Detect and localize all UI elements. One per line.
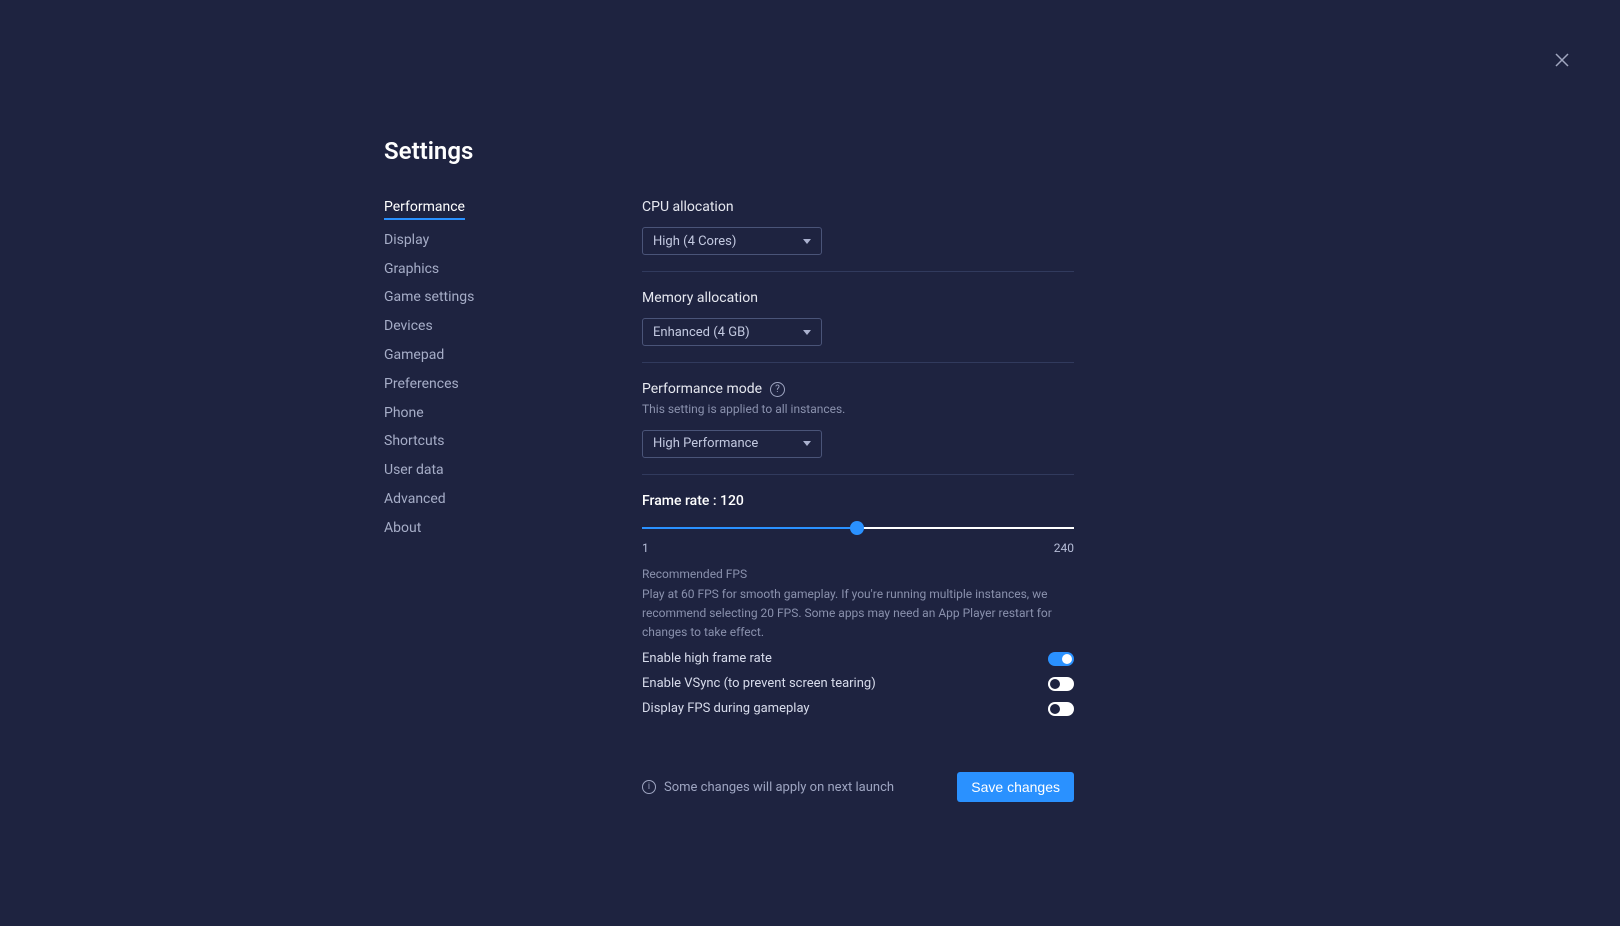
caret-down-icon (803, 239, 811, 244)
perfmode-dropdown-value: High Performance (653, 436, 758, 451)
sidebar-item-user-data[interactable]: User data (384, 462, 514, 479)
settings-sidebar: Performance Display Graphics Game settin… (384, 199, 514, 802)
cpu-label: CPU allocation (642, 199, 1074, 215)
framerate-note: Recommended FPS Play at 60 FPS for smoot… (642, 565, 1074, 641)
info-icon: i (642, 780, 656, 794)
cpu-section: CPU allocation High (4 Cores) (642, 199, 1074, 272)
sidebar-item-shortcuts[interactable]: Shortcuts (384, 433, 514, 450)
memory-label: Memory allocation (642, 290, 1074, 306)
save-changes-button[interactable]: Save changes (957, 772, 1074, 802)
sidebar-item-preferences[interactable]: Preferences (384, 376, 514, 393)
sidebar-item-about[interactable]: About (384, 520, 514, 537)
toggle-show-fps-label: Display FPS during gameplay (642, 701, 810, 716)
perfmode-label: Performance mode (642, 381, 762, 397)
footer-note: i Some changes will apply on next launch (642, 780, 894, 795)
memory-dropdown-value: Enhanced (4 GB) (653, 325, 750, 340)
cpu-dropdown-value: High (4 Cores) (653, 234, 736, 249)
framerate-section: Frame rate : 120 1 240 Recommended FPS P… (642, 493, 1074, 732)
sidebar-item-phone[interactable]: Phone (384, 405, 514, 422)
framerate-slider[interactable] (642, 521, 1074, 535)
toggle-show-fps[interactable] (1048, 702, 1074, 716)
memory-dropdown[interactable]: Enhanced (4 GB) (642, 318, 822, 346)
help-icon[interactable]: ? (770, 382, 785, 397)
slider-thumb[interactable] (850, 521, 864, 535)
close-icon (1555, 53, 1569, 67)
sidebar-item-display[interactable]: Display (384, 232, 514, 249)
slider-max: 240 (1054, 541, 1074, 555)
memory-section: Memory allocation Enhanced (4 GB) (642, 290, 1074, 363)
sidebar-item-advanced[interactable]: Advanced (384, 491, 514, 508)
perfmode-subtext: This setting is applied to all instances… (642, 401, 1074, 418)
toggle-high-fps[interactable] (1048, 652, 1074, 666)
sidebar-item-gamepad[interactable]: Gamepad (384, 347, 514, 364)
sidebar-item-game-settings[interactable]: Game settings (384, 289, 514, 306)
sidebar-item-performance[interactable]: Performance (384, 199, 465, 220)
toggle-vsync[interactable] (1048, 677, 1074, 691)
framerate-label: Frame rate : 120 (642, 493, 1074, 509)
sidebar-item-graphics[interactable]: Graphics (384, 261, 514, 278)
sidebar-item-devices[interactable]: Devices (384, 318, 514, 335)
toggle-vsync-label: Enable VSync (to prevent screen tearing) (642, 676, 876, 691)
caret-down-icon (803, 441, 811, 446)
footer: i Some changes will apply on next launch… (642, 772, 1074, 802)
perfmode-dropdown[interactable]: High Performance (642, 430, 822, 458)
slider-min: 1 (642, 541, 649, 555)
slider-track-fill (642, 527, 857, 529)
page-title: Settings (384, 137, 1074, 165)
cpu-dropdown[interactable]: High (4 Cores) (642, 227, 822, 255)
perfmode-section: Performance mode ? This setting is appli… (642, 381, 1074, 475)
close-button[interactable] (1552, 50, 1572, 70)
caret-down-icon (803, 330, 811, 335)
toggle-high-fps-label: Enable high frame rate (642, 651, 772, 666)
